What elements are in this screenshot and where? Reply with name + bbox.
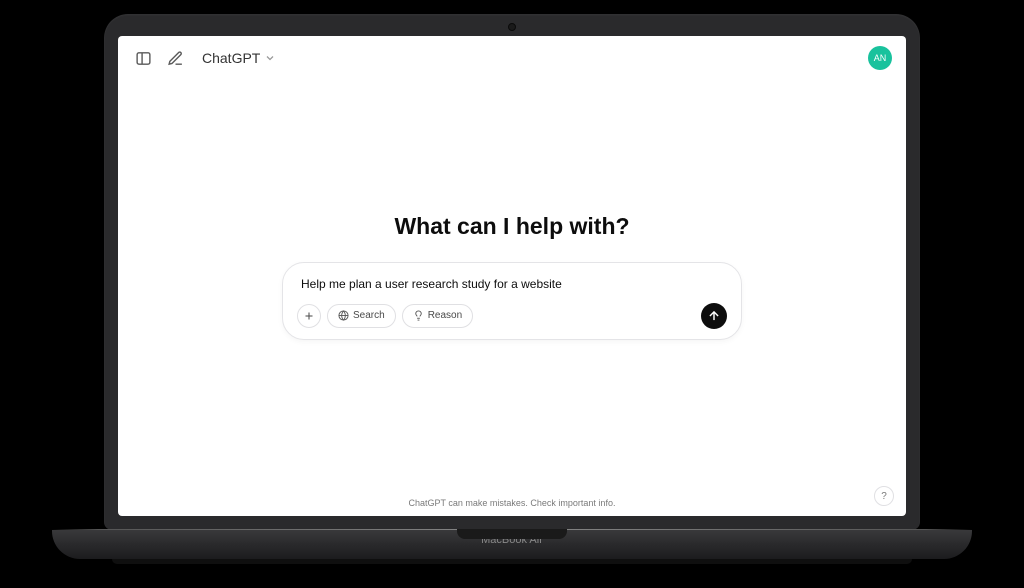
search-tool-label: Search	[353, 310, 385, 321]
plus-icon	[303, 310, 315, 322]
laptop-base: MacBook Air	[52, 529, 972, 559]
prompt-input-container: Search Reason	[282, 262, 742, 340]
footer-disclaimer: ChatGPT can make mistakes. Check importa…	[118, 492, 906, 516]
reason-tool-button[interactable]: Reason	[402, 304, 473, 328]
page-heading: What can I help with?	[394, 213, 629, 240]
help-button[interactable]: ?	[874, 486, 894, 506]
globe-icon	[338, 310, 349, 321]
search-tool-button[interactable]: Search	[327, 304, 396, 328]
laptop-camera	[508, 23, 516, 31]
arrow-up-icon	[707, 309, 721, 323]
reason-tool-label: Reason	[428, 310, 462, 321]
help-label: ?	[881, 491, 887, 502]
laptop-bezel: ChatGPT AN What can I help with?	[104, 14, 920, 530]
lightbulb-icon	[413, 310, 424, 321]
send-button[interactable]	[701, 303, 727, 329]
attach-button[interactable]	[297, 304, 321, 328]
laptop-notch	[457, 529, 567, 539]
input-controls: Search Reason	[297, 303, 727, 329]
prompt-input[interactable]	[297, 275, 727, 303]
app-screen: ChatGPT AN What can I help with?	[118, 36, 906, 516]
main-area: What can I help with?	[118, 60, 906, 492]
laptop-frame: ChatGPT AN What can I help with?	[52, 14, 972, 574]
